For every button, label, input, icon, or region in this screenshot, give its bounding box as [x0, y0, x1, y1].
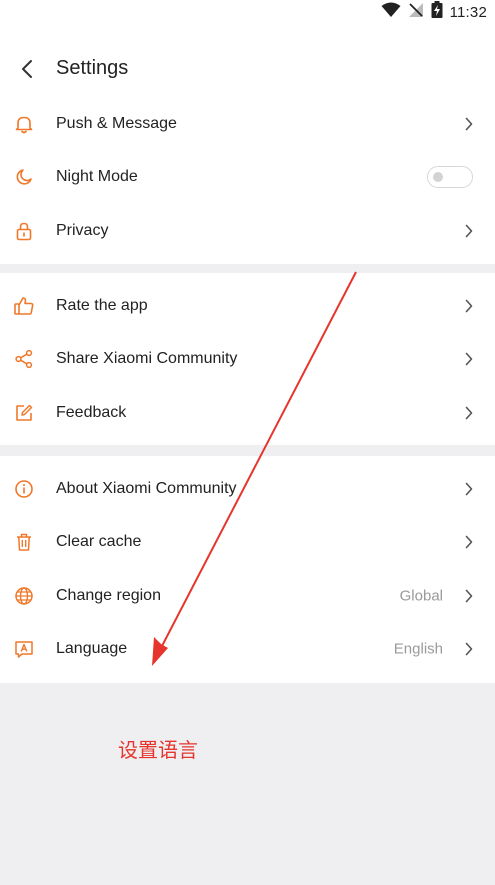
bell-icon [13, 113, 35, 135]
row-label: Push & Message [56, 114, 177, 132]
region-value: Global [399, 587, 443, 605]
row-label: Feedback [56, 403, 127, 421]
row-label: Language [56, 640, 128, 658]
row-label: Change region [56, 586, 161, 604]
annotation-text: 设置语言 [118, 738, 198, 762]
settings-group-general: Push & Message Night Mode Privacy [0, 96, 495, 264]
chevron-left-icon [22, 60, 32, 78]
edit-icon [13, 402, 35, 424]
status-icons: 11:32 [381, 0, 487, 24]
row-label: Share Xiaomi Community [56, 350, 238, 368]
chevron-right-icon [463, 641, 475, 657]
header: Settings [0, 24, 495, 96]
page-title: Settings [56, 57, 129, 79]
row-night-mode: Night Mode [0, 151, 495, 205]
settings-group-app: About Xiaomi Community Clear cache Chang… [0, 456, 495, 683]
row-privacy[interactable]: Privacy [0, 204, 495, 258]
chevron-right-icon [463, 298, 475, 314]
back-button[interactable] [12, 54, 42, 84]
row-label: Night Mode [56, 168, 138, 186]
row-share-community[interactable]: Share Xiaomi Community [0, 333, 495, 387]
night-mode-toggle[interactable] [427, 166, 473, 189]
status-time: 11:32 [449, 3, 487, 21]
status-bar: 11:32 [0, 0, 495, 24]
row-change-region[interactable]: Change region Global [0, 569, 495, 623]
toggle-knob [433, 171, 443, 182]
row-about[interactable]: About Xiaomi Community [0, 462, 495, 516]
lock-icon [13, 220, 35, 242]
chevron-right-icon [463, 351, 475, 367]
thumbs-up-icon [13, 295, 35, 317]
row-label: About Xiaomi Community [56, 479, 237, 497]
row-label: Clear cache [56, 533, 142, 551]
row-language[interactable]: Language English [0, 623, 495, 677]
chevron-right-icon [463, 534, 475, 550]
trash-icon [13, 531, 35, 553]
settings-screen: 11:32 Settings Push & Message Night Mode… [0, 0, 495, 885]
language-value: English [393, 640, 443, 658]
chevron-right-icon [463, 481, 475, 497]
settings-group-community: Rate the app Share Xiaomi Community Feed… [0, 273, 495, 445]
moon-icon [13, 166, 35, 188]
row-clear-cache[interactable]: Clear cache [0, 516, 495, 570]
row-label: Privacy [56, 221, 109, 239]
chevron-right-icon [463, 405, 475, 421]
wifi-icon [381, 2, 401, 23]
info-icon [13, 478, 35, 500]
battery-charging-icon [431, 1, 443, 23]
share-icon [13, 348, 35, 370]
row-rate-app[interactable]: Rate the app [0, 279, 495, 333]
chevron-right-icon [463, 223, 475, 239]
row-push-message[interactable]: Push & Message [0, 97, 495, 151]
language-icon [13, 638, 35, 660]
row-feedback[interactable]: Feedback [0, 386, 495, 440]
globe-icon [13, 585, 35, 607]
no-signal-icon [408, 2, 424, 23]
chevron-right-icon [463, 588, 475, 604]
chevron-right-icon [463, 116, 475, 132]
row-label: Rate the app [56, 296, 148, 314]
